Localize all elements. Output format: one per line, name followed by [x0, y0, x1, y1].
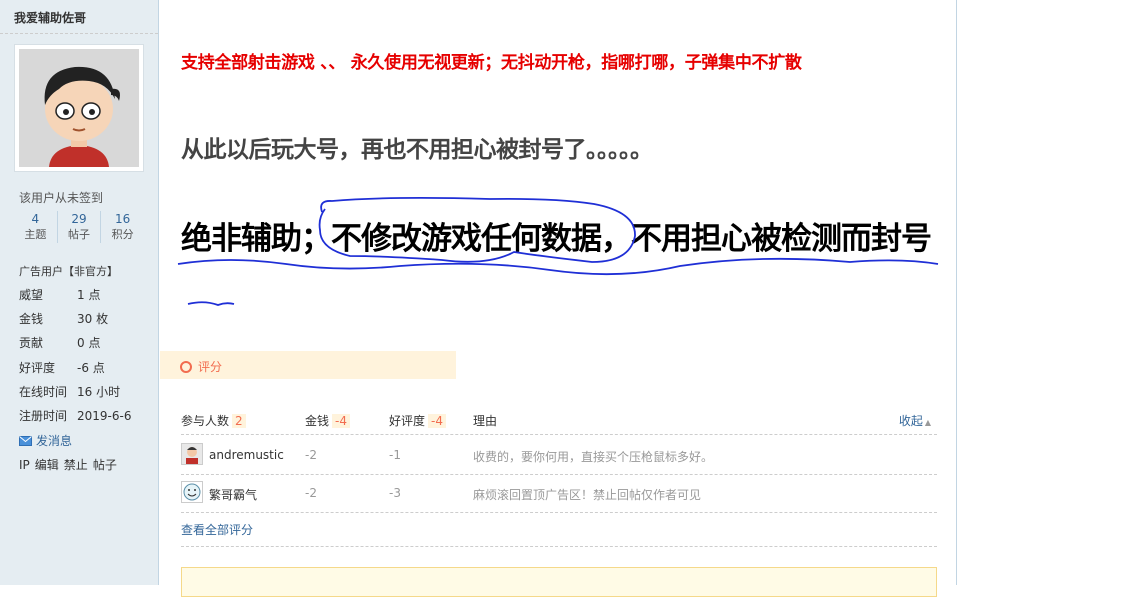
circle-icon: [180, 360, 192, 373]
tool-edit[interactable]: 编辑: [35, 458, 59, 472]
rating-user[interactable]: andremustic: [209, 448, 284, 462]
info-value: 0 点: [77, 336, 101, 350]
info-register-date: 注册时间 2019-6-6: [19, 407, 131, 424]
participants-count: 2: [232, 414, 246, 428]
user-avatar[interactable]: [181, 481, 203, 503]
info-value: 30 枚: [77, 312, 109, 326]
view-all-ratings-link[interactable]: 查看全部评分: [181, 521, 253, 538]
rating-title-label: 评分: [198, 360, 223, 374]
stat-number: 4: [31, 212, 40, 226]
info-online-time: 在线时间 16 小时: [19, 383, 120, 400]
rating-user[interactable]: 繁哥霸气: [209, 486, 257, 503]
rating-reason: 收费的，要你何用，直接买个压枪鼠标多好。: [473, 450, 714, 464]
rating-title: 评分: [180, 358, 222, 375]
col-participants-label: 参与人数: [181, 414, 230, 428]
admin-tools: IP 编辑 禁止 帖子: [19, 456, 122, 473]
user-sidebar: 我爱辅助佐哥 该用户从未签到 4 主题 29 帖子 16 积分 广告用户【非官方…: [0, 0, 159, 585]
info-prestige: 威望 1 点: [19, 286, 100, 303]
rating-money: -2: [305, 448, 317, 462]
collapse-label: 收起: [898, 414, 923, 428]
rating-table-header: 参与人数 2 金钱 -4 好评度 -4 理由 收起 ▲: [181, 406, 937, 435]
stat-label: 主题: [24, 228, 47, 241]
col-money: 金钱 -4: [305, 412, 350, 429]
notice-box: [181, 567, 937, 597]
stat-threads[interactable]: 4 主题: [14, 211, 58, 243]
info-key: 威望: [19, 288, 44, 302]
user-avatar[interactable]: [181, 443, 203, 465]
rating-goodrate: -1: [389, 448, 401, 462]
info-key: 金钱: [19, 312, 44, 326]
username[interactable]: 我爱辅助佐哥: [14, 9, 86, 26]
money-total: -4: [332, 414, 350, 428]
rating-row: 繁哥霸气 -2 -3 麻烦滚回置顶广告区！禁止回帖仅作者可见: [181, 475, 937, 513]
collapse-link[interactable]: 收起 ▲: [899, 412, 931, 429]
signin-note: 该用户从未签到: [19, 191, 104, 205]
stat-posts[interactable]: 29 帖子: [58, 211, 102, 243]
goodrate-total: -4: [428, 414, 446, 428]
rating-row: andremustic -2 -1 收费的，要你何用，直接买个压枪鼠标多好。: [181, 437, 937, 475]
stat-number: 29: [71, 212, 87, 226]
post-line-red: 支持全部射击游戏 、、 永久使用无视更新；无抖动开枪，指哪打哪，子弹集中不扩散: [181, 53, 802, 73]
info-key: 贡献: [19, 336, 44, 350]
tool-ip[interactable]: IP: [19, 458, 30, 472]
stat-label: 帖子: [68, 228, 90, 241]
rating-reason: 麻烦滚回置顶广告区！禁止回帖仅作者可见: [473, 488, 702, 502]
user-stats: 4 主题 29 帖子 16 积分: [14, 211, 144, 243]
post-line-bold: 绝非辅助；不修改游戏任何数据，不用担心被检测而封号: [181, 221, 932, 257]
col-goodrate: 好评度 -4: [389, 412, 446, 429]
info-value: 1 点: [77, 288, 101, 302]
info-value: -6 点: [77, 361, 105, 375]
info-contribution: 贡献 0 点: [19, 334, 100, 351]
info-money: 金钱 30 枚: [19, 310, 108, 327]
stat-credits[interactable]: 16 积分: [101, 211, 144, 243]
info-goodrate: 好评度 -6 点: [19, 359, 105, 376]
rating-goodrate: -3: [389, 486, 401, 500]
divider: [181, 546, 937, 547]
caret-up-icon: ▲: [924, 418, 931, 427]
avatar[interactable]: [14, 44, 144, 172]
info-key: 注册时间: [19, 409, 68, 423]
post-content: 支持全部射击游戏 、、 永久使用无视更新；无抖动开枪，指哪打哪，子弹集中不扩散 …: [160, 0, 957, 597]
rating-money: -2: [305, 486, 317, 500]
tool-ban[interactable]: 禁止: [64, 458, 88, 472]
stat-label: 积分: [111, 228, 134, 241]
col-money-label: 金钱: [305, 414, 330, 428]
col-participants: 参与人数 2: [181, 412, 246, 429]
col-reason: 理由: [473, 414, 498, 428]
stat-number: 16: [115, 212, 131, 226]
post-line-gray: 从此以后玩大号，再也不用担心被封号了。。。。。: [181, 137, 653, 163]
info-key: 在线时间: [19, 385, 68, 399]
col-goodrate-label: 好评度: [389, 414, 426, 428]
info-key: 好评度: [19, 361, 56, 375]
send-message-label: 发消息: [36, 434, 73, 448]
divider: [0, 33, 158, 34]
envelope-icon: [19, 435, 32, 446]
tool-posts[interactable]: 帖子: [93, 458, 117, 472]
info-value: 16 小时: [77, 385, 121, 399]
send-message-link[interactable]: 发消息: [19, 432, 72, 449]
user-role: 广告用户【非官方】: [19, 265, 118, 278]
info-value: 2019-6-6: [77, 409, 132, 423]
